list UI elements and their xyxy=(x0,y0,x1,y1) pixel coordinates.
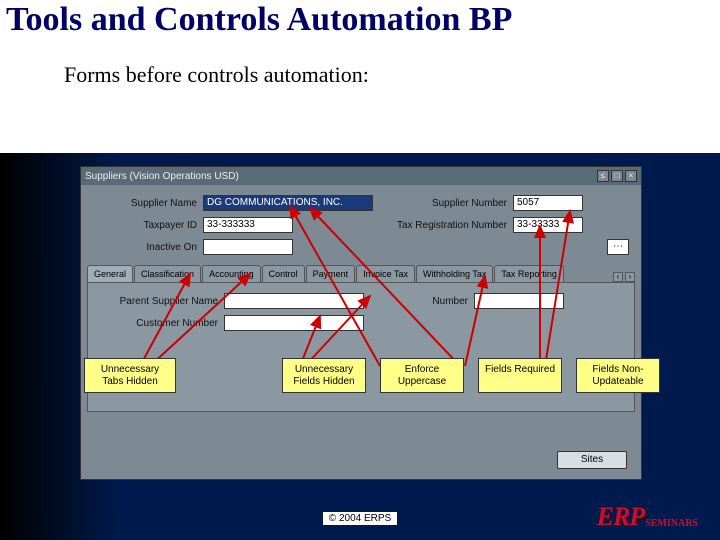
suppliers-window: Suppliers (Vision Operations USD) ≤ □ × … xyxy=(80,166,642,480)
customer-number-label: Customer Number xyxy=(94,318,224,329)
slide-title: Tools and Controls Automation BP xyxy=(0,0,720,44)
tax-reg-label: Tax Registration Number xyxy=(373,220,513,231)
logo: ERP SEMINARS xyxy=(597,502,698,532)
tab-accounting[interactable]: Accounting xyxy=(202,265,261,282)
tab-payment[interactable]: Payment xyxy=(306,265,356,282)
customer-number-field[interactable] xyxy=(224,315,364,331)
tab-invoice-tax[interactable]: Invoice Tax xyxy=(356,265,415,282)
tab-bar: General Classification Accounting Contro… xyxy=(87,265,635,282)
tab-classification[interactable]: Classification xyxy=(134,265,201,282)
sites-button[interactable]: Sites xyxy=(557,451,627,469)
lov-button[interactable]: ⋯ xyxy=(607,239,629,255)
maximize-icon[interactable]: □ xyxy=(611,170,623,182)
slide: Tools and Controls Automation BP Forms b… xyxy=(0,0,720,540)
tab-scroll: ‹ › xyxy=(613,272,635,282)
resize-icon[interactable]: ≤ xyxy=(597,170,609,182)
taxpayer-id-label: Taxpayer ID xyxy=(93,220,203,231)
supplier-name-field[interactable]: DG COMMUNICATIONS, INC. xyxy=(203,195,373,211)
tab-withholding-tax[interactable]: Withholding Tax xyxy=(416,265,493,282)
supplier-number-label: Supplier Number xyxy=(373,198,513,209)
copyright-text: © 2004 ERPS xyxy=(323,512,397,525)
tax-reg-field[interactable]: 33-33333 xyxy=(513,217,583,233)
close-icon[interactable]: × xyxy=(625,170,637,182)
callout-fields-required: Fields Required xyxy=(478,358,562,393)
inactive-on-label: Inactive On xyxy=(93,242,203,253)
tab-control[interactable]: Control xyxy=(262,265,305,282)
inactive-on-field[interactable] xyxy=(203,239,293,255)
window-title-text: Suppliers (Vision Operations USD) xyxy=(85,171,239,182)
parent-supplier-field[interactable] xyxy=(224,293,364,309)
form-header-area: Supplier Name DG COMMUNICATIONS, INC. Su… xyxy=(81,185,641,255)
supplier-name-label: Supplier Name xyxy=(93,198,203,209)
tab-scroll-right-icon[interactable]: › xyxy=(625,272,635,282)
callout-fields-hidden: Unnecessary Fields Hidden xyxy=(282,358,366,393)
tab-tax-reporting[interactable]: Tax Reporting xyxy=(494,265,564,282)
callout-tabs-hidden: Unnecessary Tabs Hidden xyxy=(84,358,176,393)
window-titlebar: Suppliers (Vision Operations USD) ≤ □ × xyxy=(81,167,641,185)
slide-subtitle: Forms before controls automation: xyxy=(0,44,720,94)
number-label: Number xyxy=(364,296,474,307)
supplier-number-field[interactable]: 5057 xyxy=(513,195,583,211)
tab-scroll-left-icon[interactable]: ‹ xyxy=(613,272,623,282)
logo-erp: ERP xyxy=(597,502,645,532)
window-controls: ≤ □ × xyxy=(597,170,637,182)
taxpayer-id-field[interactable]: 33-333333 xyxy=(203,217,293,233)
tab-general[interactable]: General xyxy=(87,265,133,282)
callout-non-updateable: Fields Non-Updateable xyxy=(576,358,660,393)
number-field[interactable] xyxy=(474,293,564,309)
logo-seminars: SEMINARS xyxy=(645,518,698,529)
parent-supplier-label: Parent Supplier Name xyxy=(94,296,224,307)
callout-row: Unnecessary Tabs Hidden Unnecessary Fiel… xyxy=(92,358,660,393)
callout-enforce-uppercase: Enforce Uppercase xyxy=(380,358,464,393)
